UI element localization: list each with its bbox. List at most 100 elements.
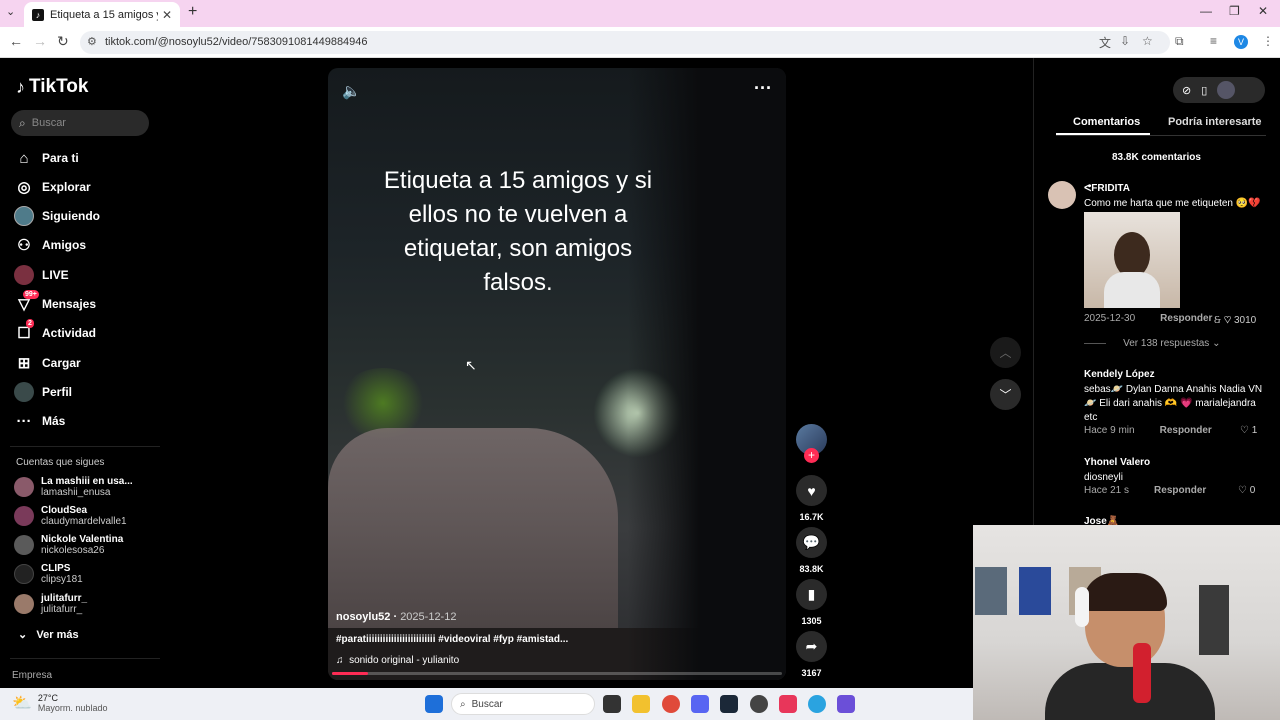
teams-icon[interactable] <box>837 695 855 713</box>
reload-icon[interactable]: ↻ <box>57 33 69 50</box>
bookmark-star-icon[interactable]: ☆ <box>1142 34 1153 48</box>
following-account[interactable]: CLIPS clipsy181 <box>14 563 83 585</box>
temperature: 27°C <box>37 693 59 703</box>
telegram-icon[interactable] <box>808 695 826 713</box>
weather-widget[interactable]: ⛅ 27°C Mayorm. nublado <box>12 693 107 713</box>
following-account[interactable]: CloudSea claudymardelvalle1 <box>14 505 127 527</box>
next-video-button[interactable]: ﹀ <box>990 379 1021 410</box>
chevron-up-icon: ︿ <box>999 346 1012 360</box>
address-bar[interactable]: ⚙ tiktok.com/@nosoylu52/video/7583091081… <box>80 31 1170 54</box>
business-link[interactable]: Empresa <box>12 670 52 681</box>
sidebar-divider <box>10 446 160 447</box>
install-app-icon[interactable]: ⇩ <box>1120 34 1130 48</box>
account-handle: julitafurr_ <box>41 604 83 615</box>
share-button[interactable]: ➦ 3167 <box>796 631 827 678</box>
save-button[interactable]: ▮ 1305 <box>796 579 827 626</box>
commenter-avatar[interactable] <box>1048 181 1076 209</box>
tiktok-logo[interactable]: ♪ TikTok <box>16 76 88 98</box>
account-name: Nickole Valentina <box>41 534 124 545</box>
nav-following[interactable]: Siguiendo <box>14 205 100 227</box>
following-account[interactable]: julitafurr_ julitafurr_ <box>14 593 87 615</box>
device-icon[interactable]: ▯ <box>1201 84 1207 97</box>
chrome-icon[interactable] <box>662 695 680 713</box>
comment-like[interactable]: ♡ 1 <box>1240 425 1257 436</box>
restore-icon[interactable]: ❐ <box>1229 4 1240 18</box>
back-icon[interactable]: ← <box>9 33 23 49</box>
see-more-button[interactable]: ⌄ Ver más <box>18 628 79 641</box>
close-window-icon[interactable]: ✕ <box>1258 4 1268 18</box>
nav-live[interactable]: LIVE <box>14 264 69 286</box>
following-account[interactable]: Nickole Valentina nickolesosa26 <box>14 534 123 556</box>
like-button[interactable]: ♥ 16.7K <box>796 475 827 522</box>
browser-menu-icon[interactable]: ⋮ <box>1262 34 1274 48</box>
comment-button[interactable]: 💬 83.8K <box>796 527 827 574</box>
tab-comments[interactable]: Comentarios <box>1073 116 1140 128</box>
nav-explore[interactable]: ◎ Explorar <box>14 176 90 198</box>
nav-for-you[interactable]: ⌂ Para ti <box>14 147 78 169</box>
more-options-icon[interactable]: ··· <box>754 78 772 99</box>
nav-label: Más <box>42 414 66 428</box>
video-author[interactable]: nosoylu52 · 2025-12-12 <box>336 611 456 623</box>
nav-more[interactable]: ··· Más <box>14 410 66 432</box>
following-account[interactable]: La mashiii en usa... lamashii_enusa <box>14 476 133 498</box>
forward-icon[interactable]: → <box>33 33 47 49</box>
close-tab-icon[interactable]: ✕ <box>162 8 172 22</box>
video-sound[interactable]: ♫ sonido original - yulianito <box>336 655 459 666</box>
comment-username[interactable]: Yhonel Valero <box>1084 457 1264 468</box>
volume-icon[interactable]: 🔈 <box>342 82 361 100</box>
comment-meta: Hace 21 s Responder <box>1084 485 1206 496</box>
tab-search-icon[interactable]: ⌄ <box>6 5 15 18</box>
reply-button[interactable]: Responder <box>1160 313 1212 324</box>
video-player[interactable]: Etiqueta a 15 amigos y si ellos no te vu… <box>328 68 786 680</box>
profile-avatar[interactable]: V <box>1234 35 1248 49</box>
nav-messages[interactable]: ▽ 99+ Mensajes <box>14 290 96 315</box>
site-info-icon[interactable]: ⚙ <box>87 35 97 48</box>
video-progress-bar[interactable] <box>332 672 782 675</box>
translate-icon[interactable]: 文 <box>1099 34 1111 51</box>
comment-count-heading: 83.8K comentarios <box>1112 152 1201 163</box>
search-input[interactable]: ⌕ Buscar <box>11 110 149 136</box>
media-icon[interactable]: ≡ <box>1210 34 1217 48</box>
account-name: CloudSea <box>41 505 88 516</box>
view-replies-button[interactable]: Ver 138 respuestas ⌄ <box>1084 338 1220 349</box>
comment-like-count: 1 <box>1251 425 1258 436</box>
previous-video-button[interactable]: ︿ <box>990 337 1021 368</box>
extensions-icon[interactable]: ⧉ <box>1175 34 1184 49</box>
video-username: nosoylu52 <box>336 611 391 623</box>
video-car <box>328 428 618 658</box>
chevron-down-icon: ﹀ <box>999 388 1012 402</box>
obs-icon[interactable] <box>750 695 768 713</box>
nav-profile[interactable]: Perfil <box>14 381 72 403</box>
comment-image[interactable] <box>1084 212 1180 308</box>
taskbar-search-label: Buscar <box>471 698 503 710</box>
windows-start-icon[interactable] <box>425 695 443 713</box>
new-tab-icon[interactable]: + <box>188 3 197 21</box>
comment-username[interactable]: ᕙFRIDITA <box>1084 183 1264 194</box>
steam-icon[interactable] <box>720 695 738 713</box>
replies-line <box>1084 342 1106 344</box>
tiktok-app-icon[interactable] <box>779 695 797 713</box>
comment-username[interactable]: Kendely López <box>1084 369 1264 380</box>
follow-plus-icon[interactable]: + <box>804 448 819 463</box>
compass-icon[interactable]: ⊘ <box>1182 84 1191 97</box>
nav-friends[interactable]: ⚇ Amigos <box>14 234 86 256</box>
tab-you-may-like[interactable]: Podría interesarte <box>1168 116 1262 128</box>
comment-like[interactable]: 🙲 ♡ 3010 <box>1214 313 1256 330</box>
nav-activity[interactable]: ☐ 2 Actividad <box>14 319 96 344</box>
minimize-icon[interactable]: — <box>1200 4 1212 18</box>
discord-icon[interactable] <box>691 695 709 713</box>
reply-button[interactable]: Responder <box>1154 485 1206 496</box>
user-avatar[interactable] <box>1217 81 1236 99</box>
taskbar-search[interactable]: ⌕ Buscar <box>451 693 595 715</box>
video-hashtags[interactable]: #paratiiiiiiiiiiiiiiiiiiiiiiiii #videovi… <box>336 634 568 645</box>
wall-shelf <box>1199 585 1229 655</box>
task-view-icon[interactable] <box>603 695 621 713</box>
messages-badge: 99+ <box>23 290 39 299</box>
cloudy-sun-icon: ⛅ <box>12 695 32 712</box>
nav-upload[interactable]: ⊞ Cargar <box>14 352 81 374</box>
browser-tab[interactable]: ♪ Etiqueta a 15 amigos y descub ✕ <box>24 2 180 27</box>
comment-like[interactable]: ♡ 0 <box>1238 485 1255 496</box>
nav-label: Siguiendo <box>42 209 100 223</box>
reply-button[interactable]: Responder <box>1160 425 1212 436</box>
file-explorer-icon[interactable] <box>632 695 650 713</box>
